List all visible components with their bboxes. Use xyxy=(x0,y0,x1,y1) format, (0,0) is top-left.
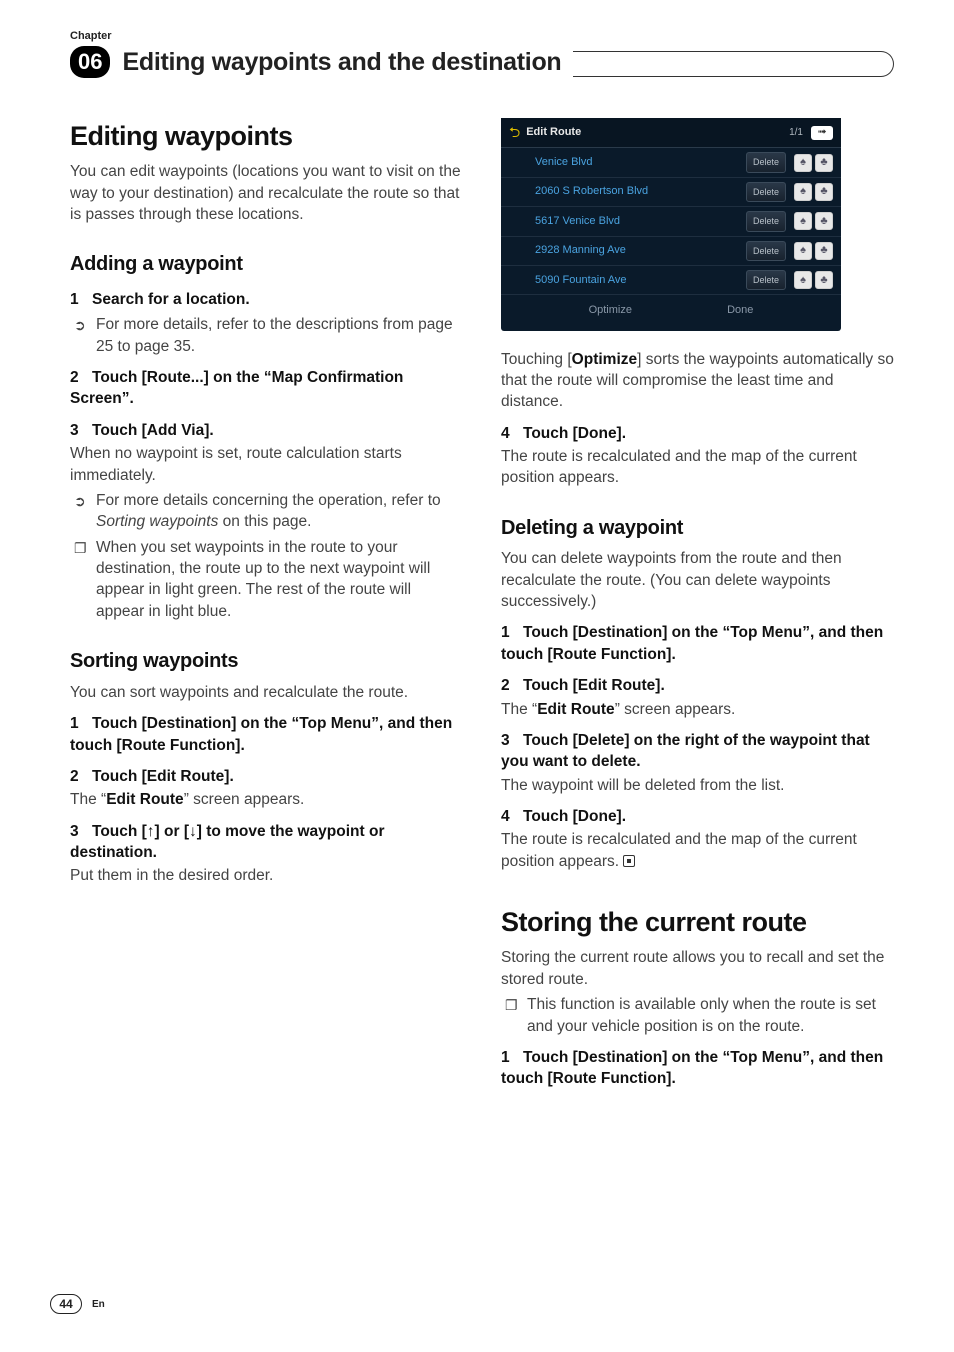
shot-row: 2060 S Robertson Blvd Delete ♠ ♣ xyxy=(501,178,841,207)
adding-bullet-1-text: For more details, refer to the descripti… xyxy=(96,316,453,354)
language-label: En xyxy=(92,1299,105,1310)
adding-step-3: 3Touch [Add Via]. xyxy=(70,420,463,441)
note-icon: ❐ xyxy=(74,539,87,558)
heading-storing-route: Storing the current route xyxy=(501,904,894,941)
storing-bullet-1-text: This function is available only when the… xyxy=(527,996,876,1034)
shot-title: Edit Route xyxy=(526,125,789,140)
optimize-button[interactable]: Optimize xyxy=(589,303,632,318)
deleting-step-4: 4Touch [Done]. xyxy=(501,806,894,827)
adding-bullet-3a: ➲For more details concerning the operati… xyxy=(96,490,463,533)
adding-step-2: 2Touch [Route...] on the “Map Confirmati… xyxy=(70,367,463,410)
sorting-step-1-text: Touch [Destination] on the “Top Menu”, a… xyxy=(70,715,452,753)
optimize-description: Touching [Optimize] sorts the waypoints … xyxy=(501,349,894,413)
sorting-step-3: 3Touch [↑] or [↓] to move the waypoint o… xyxy=(70,821,463,864)
storing-intro: Storing the current route allows you to … xyxy=(501,947,894,990)
row-name[interactable]: 5090 Fountain Ave xyxy=(535,273,746,288)
up-icon[interactable]: ♠ xyxy=(794,271,812,289)
deleting-step-4-body: The route is recalculated and the map of… xyxy=(501,829,894,872)
pointer-icon: ➲ xyxy=(74,316,86,335)
adding-bullet-1: ➲For more details, refer to the descript… xyxy=(96,314,463,357)
page-number: 44 xyxy=(50,1294,82,1314)
adding-step-3-text: Touch [Add Via]. xyxy=(92,422,214,439)
adding-bullet-3b: ❐When you set waypoints in the route to … xyxy=(96,537,463,623)
up-icon[interactable]: ♠ xyxy=(794,183,812,201)
shot-row: 5090 Fountain Ave Delete ♠ ♣ xyxy=(501,266,841,295)
down-icon[interactable]: ♣ xyxy=(815,271,833,289)
up-icon[interactable]: ♠ xyxy=(794,212,812,230)
storing-step-1: 1Touch [Destination] on the “Top Menu”, … xyxy=(501,1047,894,1090)
sorting-step-2-text: Touch [Edit Route]. xyxy=(92,768,234,785)
shot-row: 2928 Manning Ave Delete ♠ ♣ xyxy=(501,237,841,266)
deleting-step-3-body: The waypoint will be deleted from the li… xyxy=(501,775,894,796)
down-icon[interactable]: ♣ xyxy=(815,242,833,260)
delete-button[interactable]: Delete xyxy=(746,182,786,202)
deleting-step-2: 2Touch [Edit Route]. xyxy=(501,675,894,696)
shot-header: ⮌ Edit Route 1/1 ➟ xyxy=(501,118,841,148)
adding-bullet-3a-text: For more details concerning the operatio… xyxy=(96,492,441,530)
row-name[interactable]: 2928 Manning Ave xyxy=(535,243,746,258)
chapter-number-badge: 06 xyxy=(70,46,110,78)
row-name[interactable]: Venice Blvd xyxy=(535,155,746,170)
shot-row: 5617 Venice Blvd Delete ♠ ♣ xyxy=(501,207,841,236)
down-icon[interactable]: ♣ xyxy=(815,183,833,201)
heading-adding-waypoint: Adding a waypoint xyxy=(70,251,463,279)
sorting-step-4-text: Touch [Done]. xyxy=(523,425,626,442)
heading-editing-waypoints: Editing waypoints xyxy=(70,118,463,155)
down-icon[interactable]: ♣ xyxy=(815,154,833,172)
deleting-step-2-text: Touch [Edit Route]. xyxy=(523,677,665,694)
heading-deleting-waypoint: Deleting a waypoint xyxy=(501,515,894,543)
sorting-step-4: 4Touch [Done]. xyxy=(501,423,894,444)
right-column: ⮌ Edit Route 1/1 ➟ Venice Blvd Delete ♠ … xyxy=(501,118,894,1090)
edit-route-screenshot: ⮌ Edit Route 1/1 ➟ Venice Blvd Delete ♠ … xyxy=(501,118,841,331)
deleting-step-2-body: The “Edit Route” screen appears. xyxy=(501,699,894,720)
sorting-step-4-body: The route is recalculated and the map of… xyxy=(501,446,894,489)
shot-pager: 1/1 xyxy=(789,126,803,140)
section-end-icon xyxy=(623,855,635,867)
down-icon[interactable]: ♣ xyxy=(815,212,833,230)
page-footer: 44 En xyxy=(50,1294,105,1314)
adding-step-2-text: Touch [Route...] on the “Map Confirmatio… xyxy=(70,369,403,407)
delete-button[interactable]: Delete xyxy=(746,270,786,290)
row-name[interactable]: 5617 Venice Blvd xyxy=(535,214,746,229)
back-icon[interactable]: ⮌ xyxy=(509,123,520,142)
note-icon: ❐ xyxy=(505,996,518,1015)
left-column: Editing waypoints You can edit waypoints… xyxy=(70,118,463,1090)
deleting-step-3: 3Touch [Delete] on the right of the wayp… xyxy=(501,730,894,773)
heading-sorting-waypoints: Sorting waypoints xyxy=(70,648,463,676)
pointer-icon: ➲ xyxy=(74,492,86,511)
deleting-intro: You can delete waypoints from the route … xyxy=(501,548,894,612)
sorting-step-3-text: Touch [↑] or [↓] to move the waypoint or… xyxy=(70,823,384,861)
delete-button[interactable]: Delete xyxy=(746,241,786,261)
adding-step-1-text: Search for a location. xyxy=(92,291,250,308)
adding-step-1: 1Search for a location. xyxy=(70,289,463,310)
deleting-step-4-text: Touch [Done]. xyxy=(523,808,626,825)
deleting-step-1-text: Touch [Destination] on the “Top Menu”, a… xyxy=(501,624,883,662)
done-button[interactable]: Done xyxy=(727,303,753,318)
header-rule xyxy=(573,51,894,77)
adding-step-3-body: When no waypoint is set, route calculati… xyxy=(70,443,463,486)
sorting-intro: You can sort waypoints and recalculate t… xyxy=(70,682,463,703)
editing-intro: You can edit waypoints (locations you wa… xyxy=(70,161,463,225)
delete-button[interactable]: Delete xyxy=(746,152,786,172)
chapter-label: Chapter xyxy=(70,30,894,42)
storing-step-1-text: Touch [Destination] on the “Top Menu”, a… xyxy=(501,1049,883,1087)
chapter-title: Editing waypoints and the destination xyxy=(122,48,561,77)
storing-bullet-1: ❐This function is available only when th… xyxy=(527,994,894,1037)
sorting-step-1: 1Touch [Destination] on the “Top Menu”, … xyxy=(70,713,463,756)
sorting-step-2: 2Touch [Edit Route]. xyxy=(70,766,463,787)
up-icon[interactable]: ♠ xyxy=(794,154,812,172)
shot-footer: Optimize Done xyxy=(501,295,841,320)
adding-bullet-3b-text: When you set waypoints in the route to y… xyxy=(96,539,430,620)
sorting-step-2-body: The “Edit Route” screen appears. xyxy=(70,789,463,810)
up-icon[interactable]: ♠ xyxy=(794,242,812,260)
deleting-step-3-text: Touch [Delete] on the right of the waypo… xyxy=(501,732,870,770)
chapter-header: 06 Editing waypoints and the destination xyxy=(70,46,894,78)
deleting-step-1: 1Touch [Destination] on the “Top Menu”, … xyxy=(501,622,894,665)
shot-row: Venice Blvd Delete ♠ ♣ xyxy=(501,148,841,177)
sorting-step-3-body: Put them in the desired order. xyxy=(70,865,463,886)
forward-icon[interactable]: ➟ xyxy=(811,126,833,140)
row-name[interactable]: 2060 S Robertson Blvd xyxy=(535,184,746,199)
delete-button[interactable]: Delete xyxy=(746,211,786,231)
